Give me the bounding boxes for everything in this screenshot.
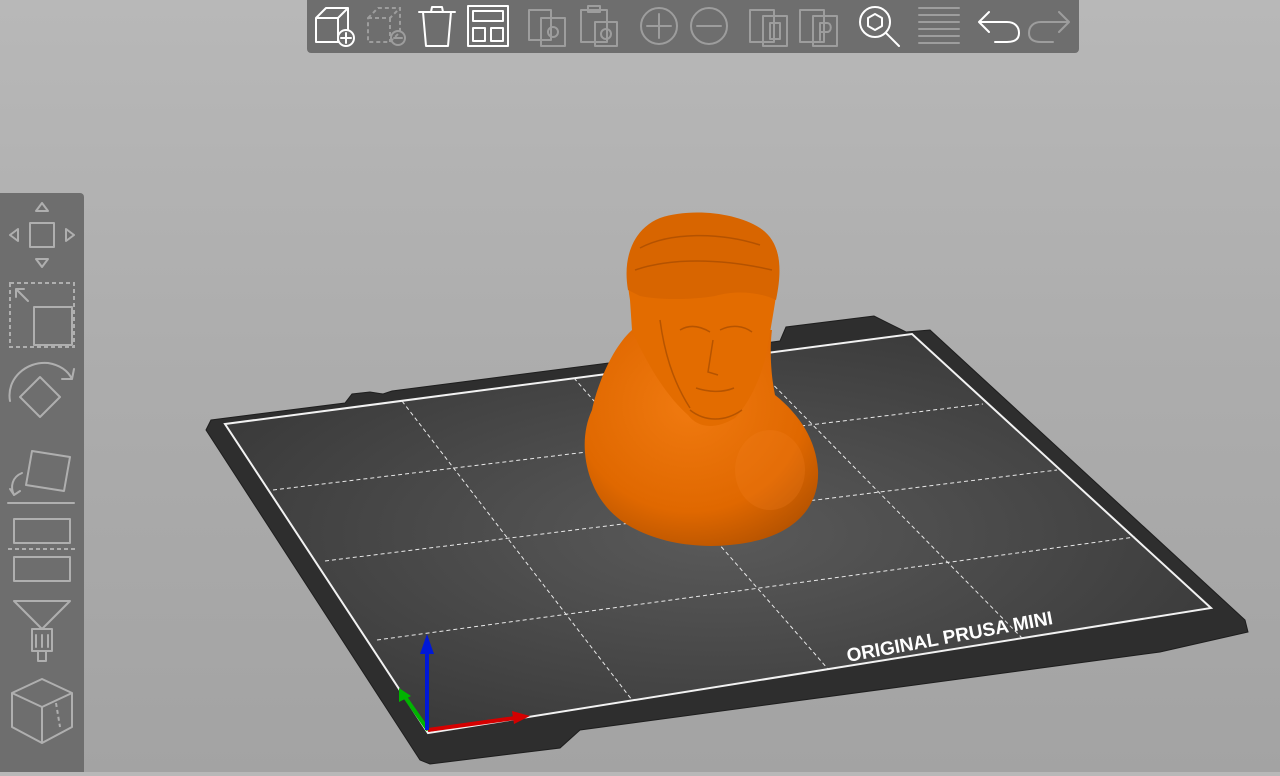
place-on-face-tool[interactable]: [4, 437, 80, 513]
paint-supports-icon: [13, 600, 71, 662]
cut-tool[interactable]: [4, 511, 80, 587]
copy-button[interactable]: [524, 2, 572, 50]
top-toolbar: [307, 0, 1079, 53]
add-button[interactable]: [310, 2, 358, 50]
scale-icon: [9, 282, 75, 348]
paste-icon: [580, 5, 618, 47]
layers-button[interactable]: [915, 2, 963, 50]
remove-instance-button[interactable]: [685, 2, 733, 50]
split-objects-button[interactable]: [745, 2, 793, 50]
delete-all-button[interactable]: [413, 2, 461, 50]
split-parts-button[interactable]: [795, 2, 843, 50]
scale-tool[interactable]: [4, 277, 80, 353]
delete-all-icon: [418, 6, 456, 47]
place-on-face-icon: [7, 450, 75, 504]
paint-supports-tool[interactable]: [4, 591, 80, 667]
scene: ORIGINAL PRUSA MINI: [205, 212, 1249, 765]
split-parts-icon: [799, 9, 838, 47]
bust-hair: [626, 212, 780, 300]
redo-icon: [1028, 11, 1070, 43]
redo-button[interactable]: [1025, 2, 1073, 50]
arrange-button[interactable]: [464, 2, 512, 50]
seam-painting-tool[interactable]: [4, 673, 80, 749]
left-toolbar: [0, 193, 84, 772]
arrange-icon: [467, 5, 509, 47]
add-instance-icon: [640, 7, 678, 45]
copy-icon: [528, 9, 566, 47]
rotate-tool[interactable]: [4, 357, 80, 433]
seam-painting-icon: [11, 678, 73, 744]
add-instance-button[interactable]: [635, 2, 683, 50]
search-icon: [859, 6, 900, 47]
layers-icon: [918, 7, 960, 44]
search-button[interactable]: [855, 2, 903, 50]
delete-button[interactable]: [362, 2, 410, 50]
delete-icon: [367, 7, 406, 46]
move-icon: [9, 202, 75, 268]
undo-icon: [978, 11, 1020, 43]
3d-viewport[interactable]: ORIGINAL PRUSA MINI: [0, 0, 1280, 772]
add-icon: [315, 7, 355, 47]
move-tool[interactable]: [4, 197, 80, 273]
paste-button[interactable]: [575, 2, 623, 50]
split-objects-icon: [749, 9, 788, 47]
undo-button[interactable]: [975, 2, 1023, 50]
remove-instance-icon: [690, 7, 728, 45]
cut-icon: [8, 518, 76, 582]
rotate-icon: [8, 361, 75, 418]
